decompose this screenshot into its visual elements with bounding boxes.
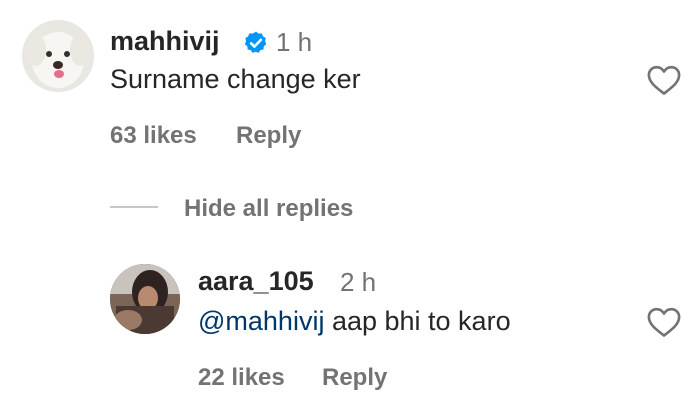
comment-reply-button[interactable]: Reply xyxy=(236,122,301,150)
reply-username[interactable]: aara_105 xyxy=(198,266,314,297)
avatar[interactable] xyxy=(110,264,180,334)
reply-mention-link[interactable]: @mahhivij xyxy=(198,306,324,336)
reply-reply-button[interactable]: Reply xyxy=(322,364,387,392)
comment-likes-count[interactable]: 63 likes xyxy=(110,122,197,150)
verified-badge-icon xyxy=(244,31,267,53)
comment-username[interactable]: mahhivij xyxy=(110,26,220,57)
reply-text-body: aap bhi to karo xyxy=(324,306,511,336)
hide-replies-button[interactable]: Hide all replies xyxy=(184,195,353,223)
comment-text: Surname change ker xyxy=(110,64,361,94)
like-heart-icon[interactable] xyxy=(646,64,682,96)
reply-timestamp: 2 h xyxy=(340,267,377,297)
like-heart-icon[interactable] xyxy=(646,306,682,338)
reply-likes-count[interactable]: 22 likes xyxy=(198,364,285,392)
reply-text: @mahhivij aap bhi to karo xyxy=(198,306,511,337)
dog-avatar-image xyxy=(22,20,94,92)
user-avatar-image xyxy=(110,264,180,334)
avatar[interactable] xyxy=(22,20,94,92)
comment-timestamp: 1 h xyxy=(276,27,313,57)
replies-divider-line xyxy=(110,206,158,208)
